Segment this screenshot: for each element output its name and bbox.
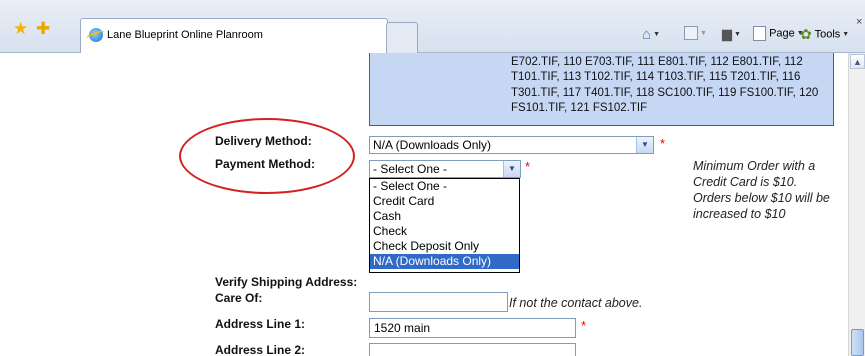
address-line-2-label: Address Line 2: [215,343,306,356]
scroll-up-icon[interactable]: ▲ [850,54,865,69]
address-line-1-value: 1520 main [374,321,431,335]
minimum-order-note: Minimum Order with a Credit Card is $10.… [693,159,830,221]
address-line-2-input[interactable] [369,343,576,356]
annotation-ellipse [179,118,355,194]
page-content: E702.TIF, 110 E703.TIF, 111 E801.TIF, 11… [0,53,848,356]
required-marker: * [581,318,587,333]
favorites-star-icon[interactable]: ★ [13,20,28,37]
chevron-down-icon[interactable]: ▼ [636,137,653,153]
print-button[interactable]: ▆ ▼ [722,26,741,42]
browser-tab[interactable]: Lane Blueprint Online Planroom [80,18,388,53]
payment-method-select[interactable]: - Select One - ▼ [369,160,521,178]
page-menu[interactable]: Page ▼ [753,26,804,41]
tools-menu-label: Tools [814,28,841,41]
browser-toolbar: ★ ✚ Lane Blueprint Online Planroom ⌂ ▼ ▼ … [0,0,865,53]
care-of-hint: If not the contact above. [509,296,643,310]
home-button[interactable]: ⌂ ▼ [642,26,660,43]
payment-method-value: - Select One - [373,162,448,176]
delivery-method-select[interactable]: N/A (Downloads Only) ▼ [369,136,654,154]
page-icon [753,26,766,41]
dropdown-option[interactable]: Check Deposit Only [370,239,519,254]
new-tab-button[interactable] [386,22,418,53]
vertical-scrollbar[interactable]: ▲ [848,53,865,356]
tools-menu[interactable]: ✿ Tools ▼ [800,26,849,43]
feeds-icon [684,26,698,40]
add-favorites-icon[interactable]: ✚ [36,20,50,37]
home-icon: ⌂ [642,26,652,43]
required-marker: * [660,136,666,151]
address-line-1-label: Address Line 1: [215,317,306,331]
payment-method-dropdown: - Select One - Credit Card Cash Check Ch… [369,178,520,273]
dropdown-option[interactable]: Check [370,224,519,239]
verify-shipping-label: Verify Shipping Address: [215,275,358,289]
required-marker: * [525,159,531,174]
dropdown-option[interactable]: Cash [370,209,519,224]
print-icon: ▆ [722,26,732,41]
dropdown-option[interactable]: Credit Card [370,194,519,209]
care-of-label: Care Of: [215,291,263,305]
file-list-box: E702.TIF, 110 E703.TIF, 111 E801.TIF, 11… [369,53,834,126]
file-list-text: E702.TIF, 110 E703.TIF, 111 E801.TIF, 11… [511,56,819,114]
delivery-method-value: N/A (Downloads Only) [373,138,492,152]
address-line-1-input[interactable]: 1520 main [369,318,576,338]
tab-title: Lane Blueprint Online Planroom [107,29,263,41]
feeds-button[interactable]: ▼ [684,26,707,40]
chevron-down-icon[interactable]: ▼ [503,161,520,177]
care-of-input[interactable] [369,292,508,312]
close-icon[interactable]: × [856,16,862,28]
page-menu-label: Page [769,27,795,40]
scroll-thumb[interactable] [851,329,864,356]
gear-icon: ✿ [800,26,812,42]
ie-page-icon [89,28,103,42]
dropdown-option-highlighted[interactable]: N/A (Downloads Only) [370,254,519,269]
dropdown-option[interactable]: - Select One - [370,179,519,194]
